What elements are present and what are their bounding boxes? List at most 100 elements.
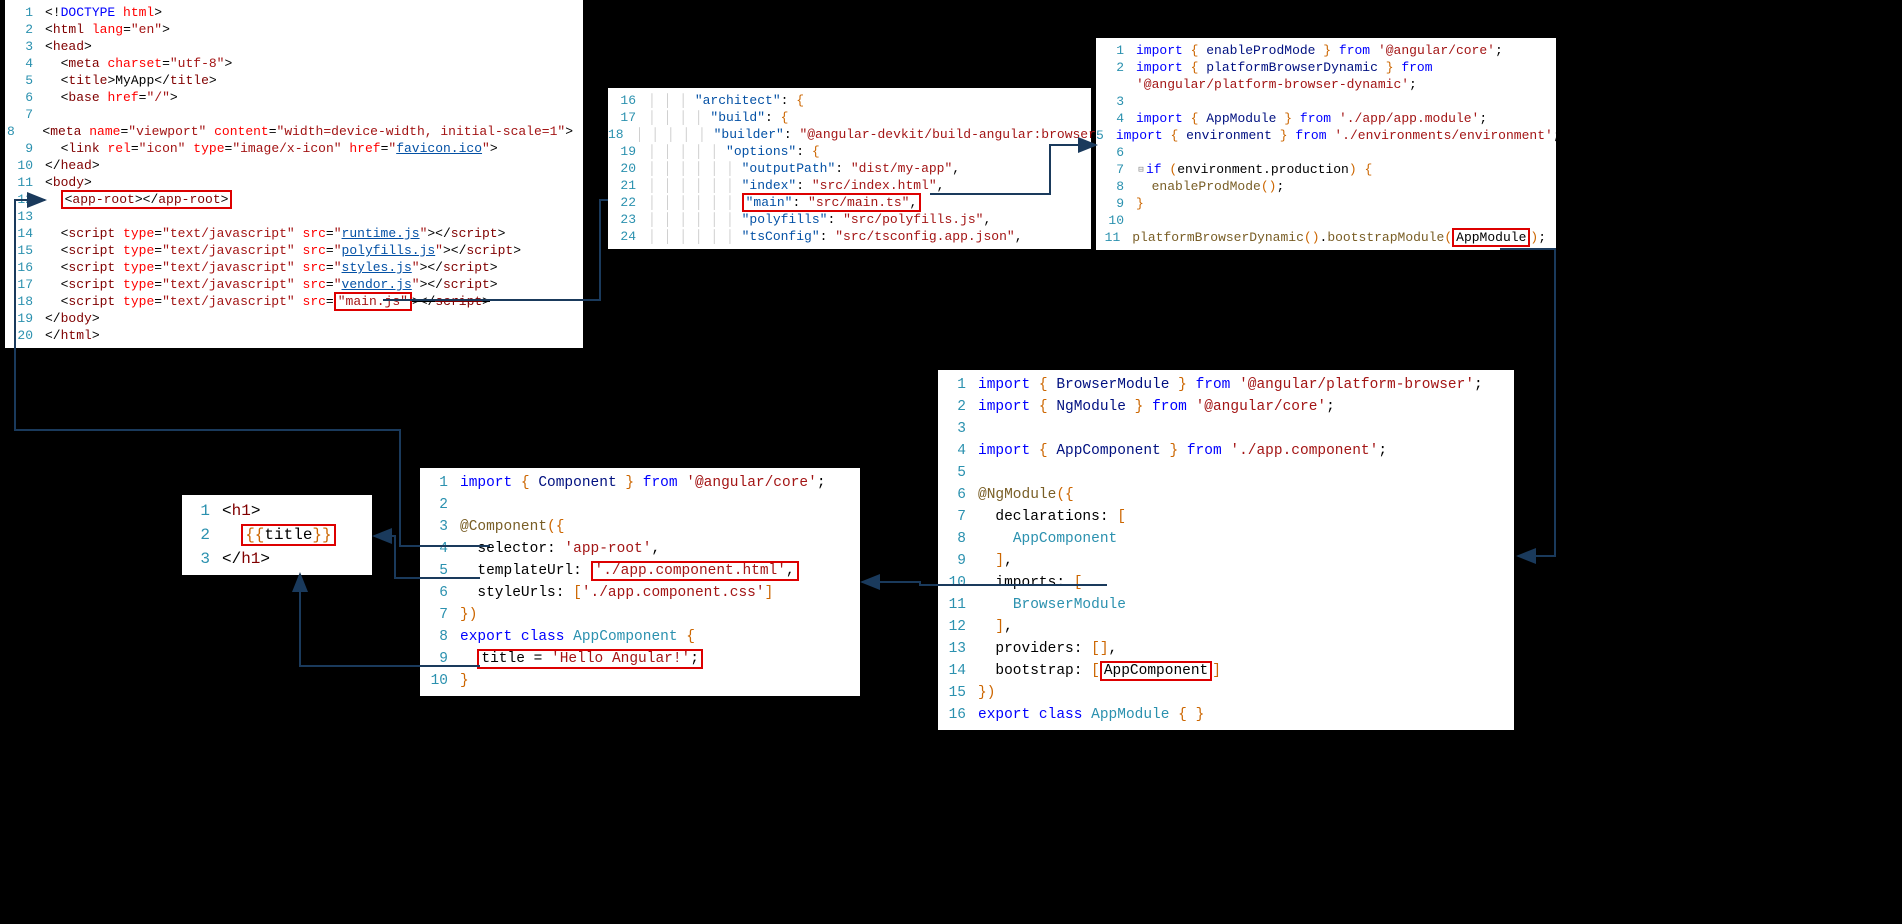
line-number: 9	[420, 651, 460, 667]
code-line: 2 {{title}}	[182, 523, 372, 547]
code-line: 16│ │ │ "architect": {	[608, 92, 1091, 109]
line-content: <base href="/">	[45, 90, 583, 105]
code-line: 6 <base href="/">	[5, 89, 583, 106]
line-content: <!DOCTYPE html>	[45, 5, 583, 20]
line-number: 3	[182, 550, 222, 568]
code-line: 1<h1>	[182, 499, 372, 523]
line-number: 23	[608, 212, 648, 227]
line-number: 7	[5, 107, 45, 122]
line-content: │ │ │ │ │ │ "polyfills": "src/polyfills.…	[648, 212, 1091, 227]
line-number: 12	[5, 192, 45, 207]
line-number: 3	[1096, 94, 1136, 109]
line-number: 19	[5, 311, 45, 326]
code-content: 16│ │ │ "architect": {17│ │ │ │ "build":…	[608, 92, 1091, 245]
line-number: 8	[420, 629, 460, 645]
line-number: 20	[5, 328, 45, 343]
code-line: 1import { BrowserModule } from '@angular…	[938, 374, 1514, 396]
line-content: platformBrowserDynamic().bootstrapModule…	[1132, 230, 1556, 245]
code-line: 14 <script type="text/javascript" src="r…	[5, 225, 583, 242]
code-line: 2import { platformBrowserDynamic } from	[1096, 59, 1556, 76]
line-content	[45, 209, 583, 224]
line-content: }	[1136, 196, 1556, 211]
code-line: 23│ │ │ │ │ │ "polyfills": "src/polyfill…	[608, 211, 1091, 228]
line-content: <meta name="viewport" content="width=dev…	[27, 124, 583, 139]
code-line: 18│ │ │ │ │ "builder": "@angular-devkit/…	[608, 126, 1091, 143]
line-number: 6	[938, 487, 978, 503]
code-line: 16export class AppModule { }	[938, 704, 1514, 726]
code-line: 3</h1>	[182, 547, 372, 571]
code-line: 10	[1096, 212, 1556, 229]
line-content: import { AppComponent } from './app.comp…	[978, 443, 1514, 459]
line-content: import { platformBrowserDynamic } from	[1136, 60, 1556, 75]
line-number: 18	[608, 127, 636, 142]
line-content: </html>	[45, 328, 583, 343]
code-line: 10}	[420, 670, 860, 692]
code-line: 4 selector: 'app-root',	[420, 538, 860, 560]
line-number: 4	[420, 541, 460, 557]
code-line: 18 <script type="text/javascript" src="m…	[5, 293, 583, 310]
code-line: '@angular/platform-browser-dynamic';	[1096, 76, 1556, 93]
line-content	[978, 421, 1514, 437]
line-number: 13	[938, 641, 978, 657]
code-line: 9}	[1096, 195, 1556, 212]
code-panel-app-component: 1import { Component } from '@angular/cor…	[420, 468, 860, 696]
code-panel-template: 1<h1>2 {{title}}3</h1>	[182, 495, 372, 575]
line-content: ],	[978, 553, 1514, 569]
line-content: │ │ │ │ │ │ "main": "src/main.ts",	[648, 195, 1091, 210]
code-line: 5 templateUrl: './app.component.html',	[420, 560, 860, 582]
line-number: 5	[420, 563, 460, 579]
code-line: 2	[420, 494, 860, 516]
line-number: 9	[1096, 196, 1136, 211]
line-number: 15	[938, 685, 978, 701]
line-number: 15	[5, 243, 45, 258]
line-number: 4	[1096, 111, 1136, 126]
code-line: 6 styleUrls: ['./app.component.css']	[420, 582, 860, 604]
line-number: 11	[1096, 230, 1132, 245]
code-line: 11 BrowserModule	[938, 594, 1514, 616]
code-line: 13	[5, 208, 583, 225]
code-line: 7})	[420, 604, 860, 626]
line-number: 11	[5, 175, 45, 190]
line-number: 16	[5, 260, 45, 275]
code-panel-app-module: 1import { BrowserModule } from '@angular…	[938, 370, 1514, 730]
code-line: 11<body>	[5, 174, 583, 191]
code-line: 5	[938, 462, 1514, 484]
code-line: 5import { environment } from './environm…	[1096, 127, 1556, 144]
code-line: 17 <script type="text/javascript" src="v…	[5, 276, 583, 293]
line-number: 14	[938, 663, 978, 679]
line-number: 18	[5, 294, 45, 309]
code-line: 4import { AppModule } from './app/app.mo…	[1096, 110, 1556, 127]
code-line: 4import { AppComponent } from './app.com…	[938, 440, 1514, 462]
code-line: 16 <script type="text/javascript" src="s…	[5, 259, 583, 276]
line-content: selector: 'app-root',	[460, 541, 860, 557]
line-number: 6	[420, 585, 460, 601]
code-content: 1import { enableProdMode } from '@angula…	[1096, 42, 1556, 246]
code-line: 3	[938, 418, 1514, 440]
line-content: <link rel="icon" type="image/x-icon" hre…	[45, 141, 583, 156]
line-content: @NgModule({	[978, 487, 1514, 503]
code-line: 3<head>	[5, 38, 583, 55]
line-number: 17	[5, 277, 45, 292]
code-line: 1import { enableProdMode } from '@angula…	[1096, 42, 1556, 59]
code-line: 13 providers: [],	[938, 638, 1514, 660]
line-number: 14	[5, 226, 45, 241]
code-line: 6@NgModule({	[938, 484, 1514, 506]
line-number: 10	[938, 575, 978, 591]
line-content: import { enableProdMode } from '@angular…	[1136, 43, 1556, 58]
code-line: 10</head>	[5, 157, 583, 174]
fold-icon[interactable]: ⊟	[1136, 165, 1146, 175]
line-content: │ │ │ │ │ │ "tsConfig": "src/tsconfig.ap…	[648, 229, 1091, 244]
line-number: 9	[938, 553, 978, 569]
code-line: 6	[1096, 144, 1556, 161]
line-content: <body>	[45, 175, 583, 190]
line-content: export class AppModule { }	[978, 707, 1514, 723]
line-content	[1136, 145, 1556, 160]
code-line: 8export class AppComponent {	[420, 626, 860, 648]
line-number: 7	[1096, 162, 1136, 177]
line-content: </body>	[45, 311, 583, 326]
line-content	[1136, 213, 1556, 228]
line-content: <meta charset="utf-8">	[45, 56, 583, 71]
code-panel-index-html: 1<!DOCTYPE html>2<html lang="en">3<head>…	[5, 0, 583, 348]
line-number: 2	[938, 399, 978, 415]
code-line: 3	[1096, 93, 1556, 110]
